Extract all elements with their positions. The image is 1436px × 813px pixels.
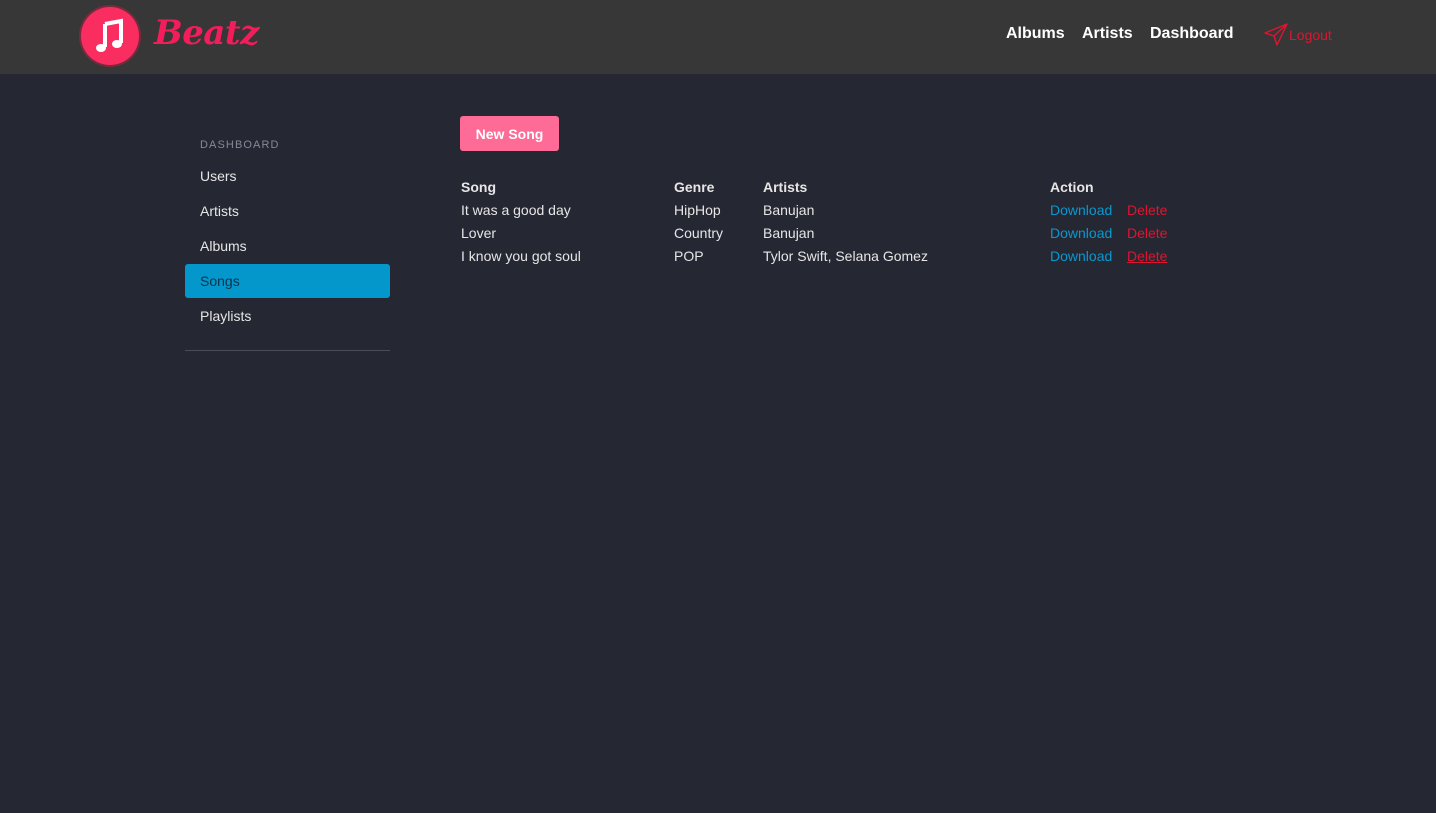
column-header-genre: Genre [674, 179, 715, 195]
nav-albums[interactable]: Albums [1006, 25, 1065, 43]
cell-song: Lover [461, 225, 497, 241]
cell-song: It was a good day [461, 202, 571, 218]
music-note-icon [96, 18, 123, 52]
cell-genre: HipHop [674, 202, 721, 218]
sidebar-item-label: Artists [200, 203, 239, 219]
sidebar-item-label: Albums [200, 238, 247, 254]
sidebar-item-label: Playlists [200, 308, 252, 324]
sidebar-item-albums[interactable]: Albums [185, 229, 390, 263]
sidebar-item-label: Users [200, 168, 237, 184]
logo-music-note-icon[interactable] [81, 7, 139, 65]
nav-artists[interactable]: Artists [1082, 25, 1133, 43]
cell-artists: Banujan [763, 225, 815, 241]
delete-link[interactable]: Delete [1127, 225, 1167, 241]
sidebar-item-artists[interactable]: Artists [185, 194, 390, 228]
delete-link[interactable]: Delete [1127, 248, 1167, 264]
sidebar-item-label: Songs [200, 273, 240, 289]
download-link[interactable]: Download [1050, 202, 1112, 218]
brand-name[interactable]: Beatz [154, 13, 259, 53]
cell-genre: Country [674, 225, 724, 241]
cell-artists: Banujan [763, 202, 815, 218]
sidebar-item-playlists[interactable]: Playlists [185, 299, 390, 333]
sidebar-item-users[interactable]: Users [185, 159, 390, 193]
column-header-artists: Artists [763, 179, 808, 195]
top-navbar: Beatz Albums Artists Dashboard Logout [0, 0, 1436, 74]
column-header-action: Action [1050, 179, 1094, 195]
sidebar-divider [185, 350, 390, 351]
cell-song: I know you got soul [461, 248, 581, 264]
sidebar-item-songs[interactable]: Songs [185, 264, 390, 298]
paper-plane-icon [1264, 23, 1288, 46]
sidebar-header: DASHBOARD [200, 139, 280, 151]
cell-artists: Tylor Swift, Selana Gomez [763, 248, 928, 264]
cell-genre: POP [674, 248, 704, 264]
delete-link[interactable]: Delete [1127, 202, 1167, 218]
logout-label: Logout [1289, 27, 1332, 43]
nav-dashboard[interactable]: Dashboard [1150, 25, 1234, 43]
column-header-song: Song [461, 179, 496, 195]
download-link[interactable]: Download [1050, 225, 1112, 241]
new-song-button[interactable]: New Song [460, 116, 559, 151]
download-link[interactable]: Download [1050, 248, 1112, 264]
